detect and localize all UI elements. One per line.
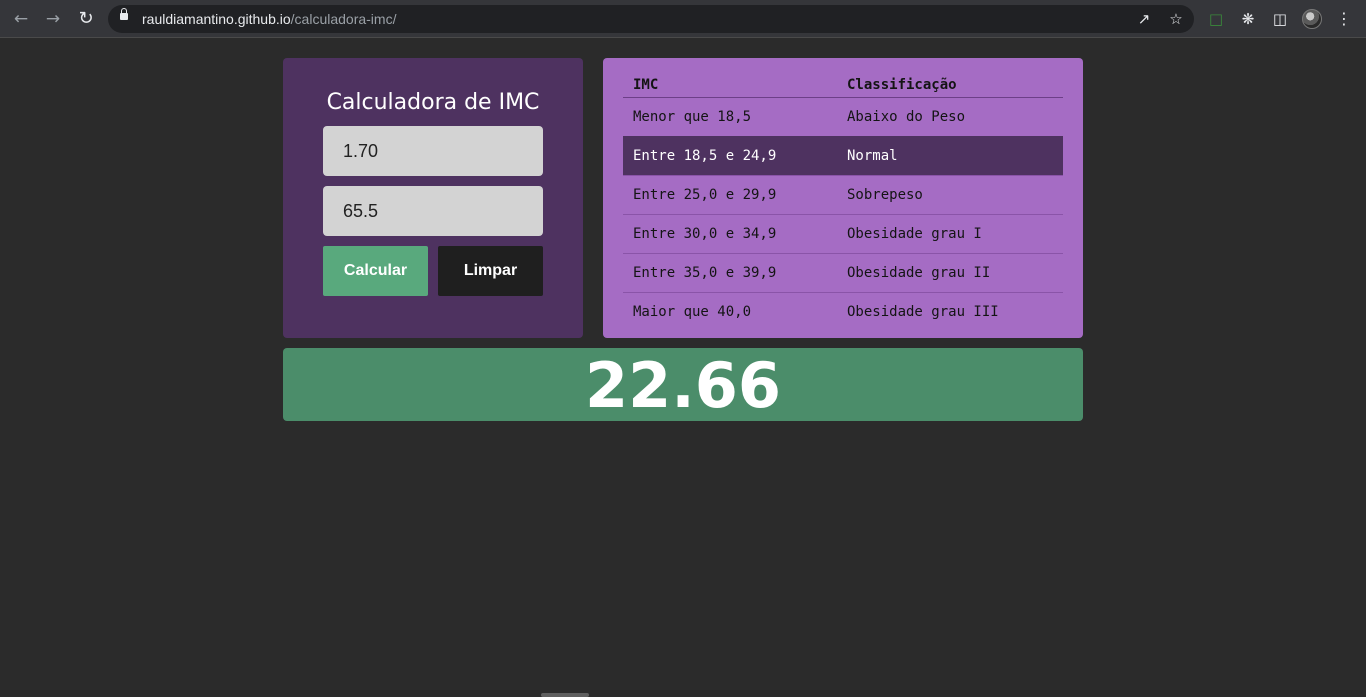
url-path: /calculadora-imc/	[290, 11, 397, 27]
cell-classificacao: Normal	[847, 148, 898, 164]
reload-icon[interactable]: ↻	[74, 7, 98, 31]
table-row: Entre 35,0 e 39,9 Obesidade grau II	[623, 253, 1063, 292]
url-domain: rauldiamantino.github.io	[142, 11, 291, 27]
kebab-menu-icon[interactable]: ⋮	[1334, 9, 1354, 29]
star-icon[interactable]: ☆	[1166, 9, 1186, 29]
result-bar: 22.66	[283, 348, 1083, 422]
cell-imc: Maior que 40,0	[633, 304, 752, 320]
side-panel-icon[interactable]: ◫	[1270, 9, 1290, 29]
calculator-card: Calculadora de IMC Calcular Limpar	[283, 58, 583, 338]
browser-toolbar: ← → ↻ rauldiamantino.github.io/calculado…	[0, 0, 1366, 38]
screen-capture-icon[interactable]: □	[1206, 9, 1226, 29]
share-icon[interactable]: ↗	[1134, 9, 1154, 29]
table-row: Entre 25,0 e 29,9 Sobrepeso	[623, 175, 1063, 214]
header-imc: IMC	[633, 77, 659, 93]
cell-imc: Entre 35,0 e 39,9	[633, 265, 777, 281]
horizontal-scrollbar-thumb[interactable]	[541, 693, 589, 697]
cell-imc: Entre 25,0 e 29,9	[633, 187, 777, 203]
table-row: Menor que 18,5 Abaixo do Peso	[623, 97, 1063, 136]
peso-input[interactable]	[323, 186, 543, 236]
cell-classificacao: Obesidade grau III	[847, 304, 999, 320]
table-header-row: IMC Classificação	[623, 74, 1063, 97]
back-arrow-icon[interactable]: ←	[9, 7, 33, 31]
puzzle-icon[interactable]: ❋	[1238, 9, 1258, 29]
imc-result-value: 22.66	[584, 349, 782, 422]
limpar-button[interactable]: Limpar	[438, 246, 543, 296]
table-row: Maior que 40,0 Obesidade grau III	[623, 292, 1063, 331]
url-text[interactable]: rauldiamantino.github.io/calculadora-imc…	[142, 5, 396, 33]
table-row: Entre 30,0 e 34,9 Obesidade grau I	[623, 214, 1063, 253]
avatar[interactable]	[1302, 9, 1322, 29]
cell-imc: Entre 18,5 e 24,9	[633, 148, 777, 164]
cell-imc: Menor que 18,5	[633, 109, 752, 125]
forward-arrow-icon[interactable]: →	[41, 7, 65, 31]
header-classificacao: Classificação	[847, 77, 957, 93]
cell-imc: Entre 30,0 e 34,9	[633, 226, 777, 242]
cell-classificacao: Abaixo do Peso	[847, 109, 966, 125]
altura-input[interactable]	[323, 126, 543, 176]
table-row-highlighted: Entre 18,5 e 24,9 Normal	[623, 136, 1063, 175]
cell-classificacao: Sobrepeso	[847, 187, 923, 203]
cell-classificacao: Obesidade grau I	[847, 226, 982, 242]
lock-icon[interactable]	[120, 8, 128, 20]
imc-table: IMC Classificação Menor que 18,5 Abaixo …	[623, 74, 1063, 331]
cell-classificacao: Obesidade grau II	[847, 265, 991, 281]
calcular-button[interactable]: Calcular	[323, 246, 428, 296]
calculator-title: Calculadora de IMC	[326, 90, 540, 115]
imc-table-card: IMC Classificação Menor que 18,5 Abaixo …	[603, 58, 1083, 338]
address-bar[interactable]: rauldiamantino.github.io/calculadora-imc…	[108, 5, 1194, 33]
